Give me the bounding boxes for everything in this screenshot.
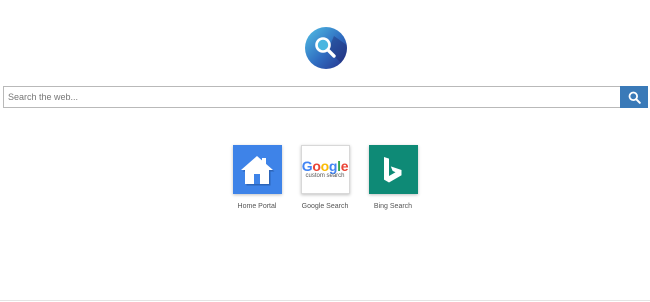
shortcut-tile[interactable] [232,145,282,194]
home-icon [241,155,275,185]
shortcut-list: Home Portal Google custom search Google … [0,145,650,210]
magnifier-logo-icon [304,26,348,70]
footer-divider [0,300,650,301]
shortcut-tile[interactable]: Google custom search [300,145,350,194]
shortcut-label: Home Portal [237,203,277,210]
shortcut-tile[interactable] [368,145,418,194]
shortcut-home-portal[interactable]: Home Portal [223,145,291,210]
shortcut-google-search[interactable]: Google custom search Google Search [291,145,359,210]
search-bar [3,86,648,108]
google-wordmark: Google [301,158,349,174]
google-sublabel: custom search [305,173,345,179]
shortcut-label: Bing Search [373,203,413,210]
search-button[interactable] [620,86,648,108]
bing-icon [384,156,402,182]
new-tab-page: Home Portal Google custom search Google … [0,0,650,302]
google-logo-icon: Google custom search [301,158,349,180]
search-icon [628,91,641,104]
shortcut-label: Google Search [301,203,349,210]
search-input[interactable] [3,86,620,108]
shortcut-bing-search[interactable]: Bing Search [359,145,427,210]
